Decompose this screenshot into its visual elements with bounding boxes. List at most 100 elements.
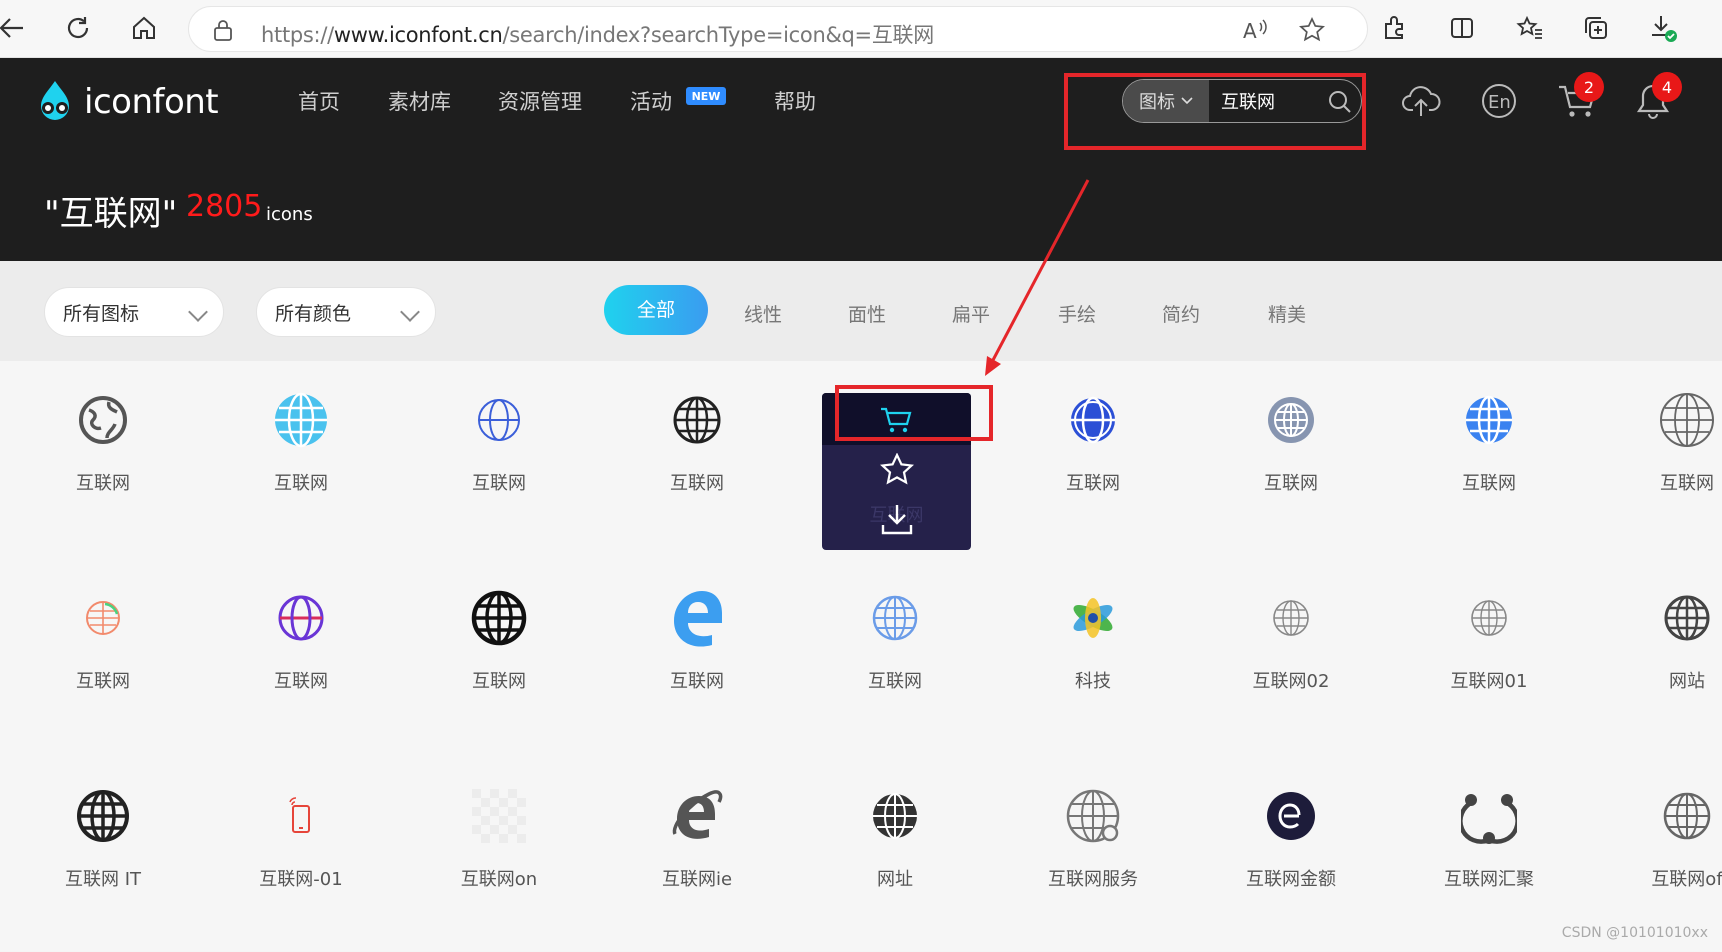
globe-purple-icon <box>272 589 330 647</box>
icon-name: 互联网 <box>990 469 1196 495</box>
icon-card[interactable]: 网站 <box>1584 559 1722 754</box>
icon-card[interactable]: 互联网-01 <box>198 757 396 952</box>
icon-card[interactable]: 互联网 <box>792 559 990 754</box>
globe-royalblue-icon <box>1064 391 1122 449</box>
icon-name: 互联网 <box>198 667 404 693</box>
favorite-star-icon[interactable] <box>1299 17 1325 47</box>
split-screen-icon[interactable] <box>1444 10 1480 46</box>
style-tab-exquisite[interactable]: 精美 <box>1268 290 1306 340</box>
favorites-icon[interactable] <box>1512 10 1548 46</box>
globe-black-grid-icon <box>668 391 726 449</box>
icon-type-select[interactable]: 所有图标 <box>44 287 224 337</box>
style-tab-simple[interactable]: 简约 <box>1162 290 1200 340</box>
site-logo[interactable]: iconfont <box>32 78 218 126</box>
downloads-icon[interactable] <box>1646 10 1682 46</box>
network-hub-icon <box>1460 787 1518 845</box>
nav-help[interactable]: 帮助 <box>774 86 816 116</box>
icon-card[interactable]: 互联网of <box>1584 757 1722 952</box>
browser-toolbar: https://www.iconfont.cn/search/index?sea… <box>0 0 1722 58</box>
icon-name: 互联网01 <box>1386 667 1592 693</box>
icon-card[interactable]: 互联网ie <box>594 757 792 952</box>
icon-card[interactable]: 网址 <box>792 757 990 952</box>
globe-small-grey-icon <box>1460 589 1518 647</box>
globe-grey-icon <box>1262 391 1320 449</box>
style-tab-handdrawn[interactable]: 手绘 <box>1058 290 1096 340</box>
search-highlight-box <box>1064 73 1366 150</box>
result-unit: icons <box>266 204 313 225</box>
edge-e-icon <box>668 589 726 647</box>
globe-bold-icon <box>470 589 528 647</box>
nav-home[interactable]: 首页 <box>298 86 340 116</box>
svg-text:A: A <box>1243 19 1257 43</box>
watermark: CSDN @10101010xx <box>1562 925 1708 941</box>
extensions-icon[interactable] <box>1376 10 1412 46</box>
globe-service-icon <box>1064 787 1122 845</box>
icon-card[interactable]: 互联网 <box>198 361 396 556</box>
nav-activity[interactable]: 活动 <box>630 86 672 116</box>
icon-card[interactable]: 互联网 <box>1386 361 1584 556</box>
icon-name: 科技 <box>990 667 1196 693</box>
icon-name: 网站 <box>1584 667 1722 693</box>
chevron-down-icon <box>400 302 420 322</box>
icon-card[interactable]: 互联网 <box>594 559 792 754</box>
icon-name: 互联网 IT <box>0 865 206 891</box>
icon-card[interactable]: 互联网 <box>1584 361 1722 556</box>
refresh-icon[interactable] <box>60 10 96 46</box>
style-tab-linear[interactable]: 线性 <box>744 290 782 340</box>
color-select[interactable]: 所有颜色 <box>256 287 436 337</box>
star-icon[interactable] <box>880 453 914 491</box>
language-icon[interactable]: En <box>1476 78 1522 124</box>
address-bar[interactable]: https://www.iconfont.cn/search/index?sea… <box>188 6 1368 52</box>
icon-name: 互联网 <box>594 667 800 693</box>
globe-salmon-icon <box>74 589 132 647</box>
ecoin-icon <box>1262 787 1320 845</box>
lock-icon[interactable] <box>213 19 233 45</box>
style-tab-all[interactable]: 全部 <box>604 285 708 335</box>
color-select-label: 所有颜色 <box>275 299 351 326</box>
icon-name: 互联网 <box>594 469 800 495</box>
icon-name: 互联网 <box>1584 469 1722 495</box>
icon-card[interactable]: 互联网金额 <box>1188 757 1386 952</box>
icon-card[interactable]: 互联网02 <box>1188 559 1386 754</box>
icon-card[interactable]: 互联网 <box>396 559 594 754</box>
nav-library[interactable]: 素材库 <box>388 86 451 116</box>
download-icon[interactable] <box>880 503 914 539</box>
icon-card[interactable]: 互联网01 <box>1386 559 1584 754</box>
svg-text:En: En <box>1488 92 1511 113</box>
home-icon[interactable] <box>126 10 162 46</box>
chevron-down-icon <box>188 302 208 322</box>
icon-card[interactable]: 互联网 <box>396 361 594 556</box>
icon-name: 互联网 <box>0 469 206 495</box>
icon-card[interactable]: 互联网 <box>1188 361 1386 556</box>
upload-cloud-icon[interactable] <box>1398 78 1444 124</box>
icon-name: 互联网 <box>1188 469 1394 495</box>
nav-resources[interactable]: 资源管理 <box>498 86 582 116</box>
cart-count-badge: 2 <box>1574 72 1604 102</box>
icon-card[interactable]: 互联网 <box>0 559 198 754</box>
site-header: iconfont 首页 素材库 资源管理 活动 NEW 帮助 图标 En 2 4… <box>0 58 1722 261</box>
icon-name: 互联网 <box>1386 469 1592 495</box>
back-icon[interactable] <box>0 10 30 46</box>
icon-card[interactable]: 互联网 <box>990 361 1188 556</box>
earth-outline-icon <box>74 391 132 449</box>
globe-thin-grey-icon <box>1658 787 1716 845</box>
globe-outline-blue-icon <box>470 391 528 449</box>
icon-card[interactable]: 科技 <box>990 559 1188 754</box>
notice-count-badge: 4 <box>1652 72 1682 102</box>
icon-card[interactable]: 互联网 <box>0 361 198 556</box>
icon-name: 互联网服务 <box>990 865 1196 891</box>
icon-card[interactable]: 互联网 <box>198 559 396 754</box>
read-aloud-icon[interactable]: A <box>1241 17 1269 47</box>
icon-card[interactable]: 互联网 <box>594 361 792 556</box>
icon-card[interactable]: 互联网 IT <box>0 757 198 952</box>
style-tab-filled[interactable]: 面性 <box>848 290 886 340</box>
icon-card[interactable]: 互联网服务 <box>990 757 1188 952</box>
icon-card[interactable]: 互联网汇聚 <box>1386 757 1584 952</box>
icon-name: 互联网 <box>0 667 206 693</box>
globe-thin-icon <box>1658 391 1716 449</box>
url-text[interactable]: https://www.iconfont.cn/search/index?sea… <box>261 19 934 49</box>
style-tab-flat[interactable]: 扁平 <box>952 290 990 340</box>
collections-icon[interactable] <box>1578 10 1614 46</box>
icon-card[interactable]: 互联网on <box>396 757 594 952</box>
icon-name: 互联网of <box>1584 865 1722 891</box>
